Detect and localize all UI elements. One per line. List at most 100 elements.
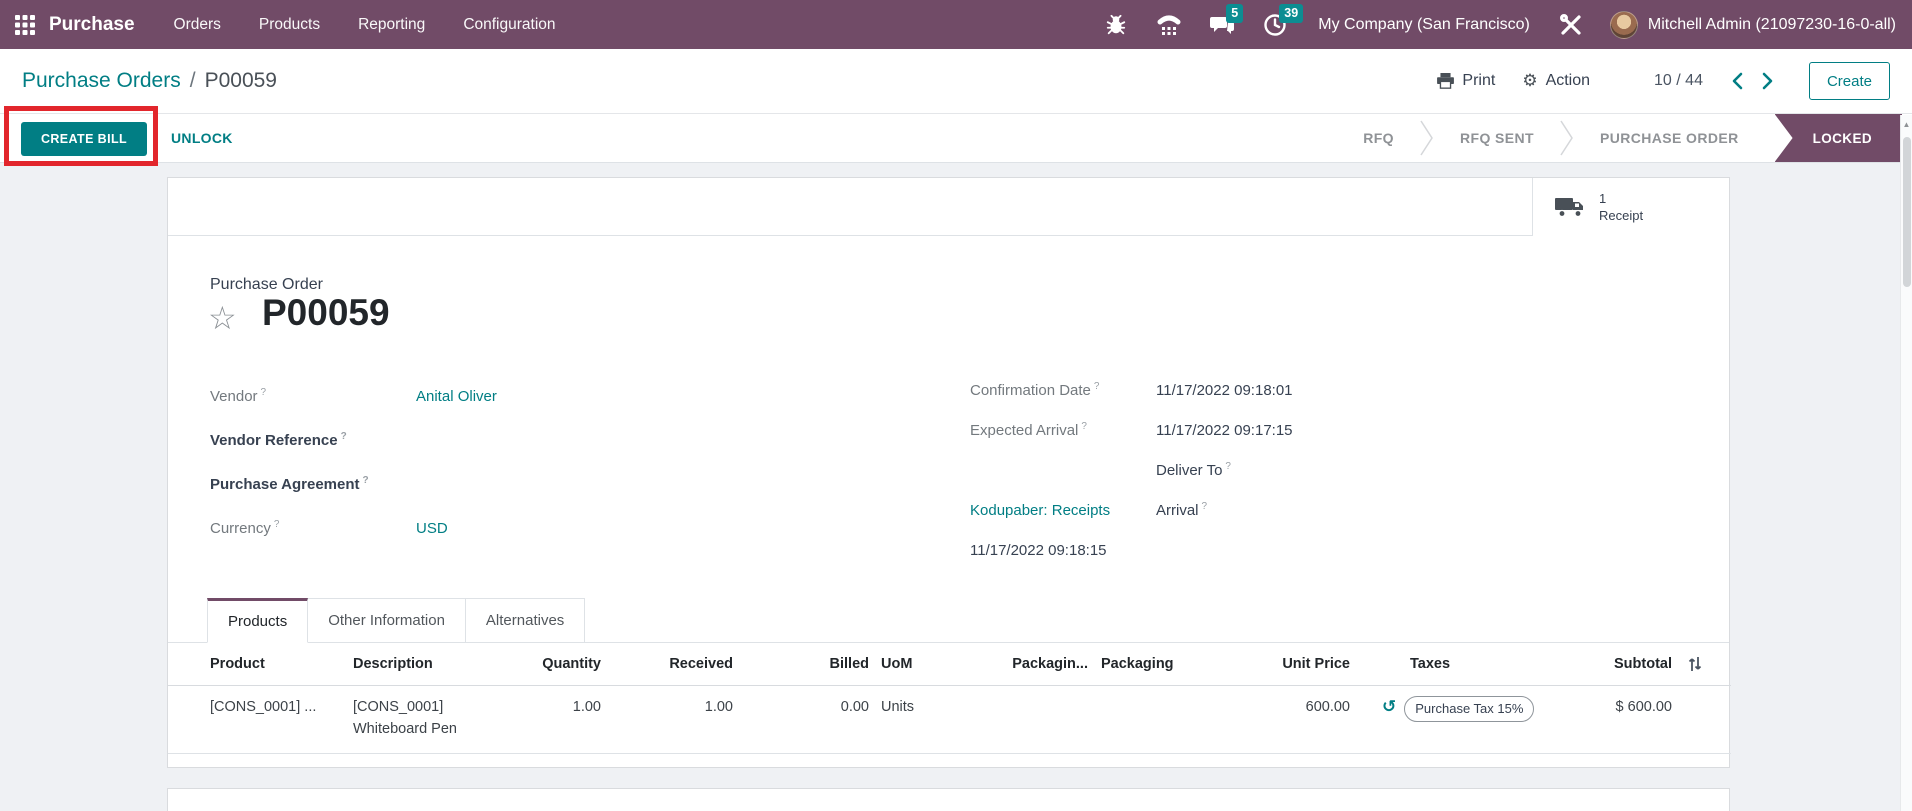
- tab-products[interactable]: Products: [207, 598, 308, 643]
- help-marker: ?: [1225, 461, 1231, 472]
- header-packaging[interactable]: Packaging: [1088, 643, 1201, 686]
- chevron-right-icon: [1762, 72, 1773, 90]
- adjust-columns-icon: [1686, 655, 1704, 673]
- field-vendor: Vendor? Anital Oliver: [210, 374, 850, 418]
- header-description[interactable]: Description: [346, 643, 476, 686]
- bug-icon[interactable]: [1103, 11, 1129, 39]
- control-panel-actions: Print ⚙ Action 10 / 44 Create: [1437, 62, 1890, 100]
- button-box: 1 Receipt: [168, 178, 1729, 236]
- unlock-button[interactable]: UNLOCK: [171, 114, 233, 162]
- status-step-locked-active[interactable]: LOCKED: [1775, 114, 1902, 162]
- header-packaging-qty[interactable]: Packagin...: [981, 643, 1088, 686]
- scrollbar-thumb[interactable]: [1903, 137, 1911, 287]
- create-button[interactable]: Create: [1809, 62, 1890, 100]
- user-menu[interactable]: Mitchell Admin (21097230-16-0-all): [1648, 16, 1896, 34]
- deliver-to-label: Deliver To?: [1156, 461, 1231, 479]
- help-marker: ?: [341, 431, 347, 442]
- form-view-page: 1 Receipt Purchase Order ☆ P00059 Vendor…: [0, 163, 1912, 811]
- form-sheet: 1 Receipt Purchase Order ☆ P00059 Vendor…: [167, 177, 1730, 768]
- pager-counter[interactable]: 10 / 44: [1654, 72, 1703, 90]
- action-button[interactable]: ⚙ Action: [1522, 72, 1590, 90]
- header-taxes[interactable]: Taxes: [1350, 643, 1547, 686]
- app-name[interactable]: Purchase: [49, 14, 135, 36]
- breadcrumb-separator: /: [190, 69, 196, 92]
- pager-previous-button[interactable]: [1727, 68, 1749, 94]
- user-avatar[interactable]: [1610, 11, 1638, 39]
- help-marker: ?: [1081, 421, 1087, 432]
- menu-reporting[interactable]: Reporting: [339, 0, 444, 49]
- notebook-tabs: Products Other Information Alternatives: [207, 598, 585, 643]
- navbar-left: Purchase Orders Products Reporting Confi…: [0, 0, 575, 49]
- navbar-right: 5 39 My Company (San Francisco) Mitchell…: [1076, 0, 1912, 49]
- tools-icon[interactable]: [1558, 11, 1584, 39]
- header-received[interactable]: Received: [601, 643, 733, 686]
- print-button[interactable]: Print: [1437, 72, 1495, 90]
- step-separator-icon: [1420, 115, 1434, 161]
- cell-unit-price: 600.00: [1201, 686, 1350, 754]
- tax-pill-clip: Purchase Tax 15%: [1404, 696, 1545, 722]
- menu-configuration[interactable]: Configuration: [444, 0, 574, 49]
- header-quantity[interactable]: Quantity: [476, 643, 601, 686]
- help-marker: ?: [274, 519, 280, 530]
- cell-quantity: 1.00: [476, 686, 601, 754]
- menu-products[interactable]: Products: [240, 0, 339, 49]
- optional-columns-button[interactable]: [1672, 643, 1731, 686]
- expected-arrival-value: 11/17/2022 09:17:15: [1156, 422, 1293, 439]
- cell-subtotal: $ 600.00: [1547, 686, 1672, 754]
- status-step-rfq[interactable]: RFQ: [1337, 130, 1420, 146]
- tab-other-information[interactable]: Other Information: [308, 598, 466, 643]
- help-marker: ?: [261, 387, 267, 398]
- cell-received: 1.00: [601, 686, 733, 754]
- cell-packaging: [1088, 686, 1201, 754]
- currency-value-link[interactable]: USD: [416, 520, 448, 537]
- price-history-icon[interactable]: ↺: [1382, 696, 1396, 718]
- right-field-group: Confirmation Date? 11/17/2022 09:18:01 E…: [970, 370, 1690, 570]
- vertical-scrollbar[interactable]: ▲: [1900, 115, 1912, 811]
- help-marker: ?: [363, 475, 369, 486]
- scrollbar-up-arrow[interactable]: ▲: [1901, 120, 1912, 129]
- field-confirmation-date: Confirmation Date? 11/17/2022 09:18:01: [970, 370, 1690, 410]
- activities-clock-icon[interactable]: 39: [1262, 11, 1288, 39]
- pager-next-button[interactable]: [1757, 68, 1779, 94]
- header-billed[interactable]: Billed: [733, 643, 869, 686]
- cell-packaging-qty: [981, 686, 1088, 754]
- action-label: Action: [1546, 72, 1590, 90]
- header-subtotal[interactable]: Subtotal: [1547, 643, 1672, 686]
- vendor-value-link[interactable]: Anital Oliver: [416, 388, 497, 405]
- expected-arrival-label: Expected Arrival?: [970, 421, 1156, 439]
- apps-grid-icon[interactable]: [6, 0, 44, 49]
- receipt-record-link[interactable]: Kodupaber: Receipts: [970, 502, 1110, 519]
- order-line-row[interactable]: [CONS_0001] ... [CONS_0001] Whiteboard P…: [168, 686, 1731, 754]
- help-marker: ?: [1094, 381, 1100, 392]
- favorite-star-icon[interactable]: ☆: [208, 300, 237, 336]
- description-line-1: [CONS_0001]: [353, 696, 476, 718]
- receipt-smart-button[interactable]: 1 Receipt: [1532, 178, 1729, 236]
- status-step-purchase-order[interactable]: PURCHASE ORDER: [1574, 130, 1765, 146]
- odoo-purchase-order-screen: Purchase Orders Products Reporting Confi…: [0, 0, 1912, 811]
- voip-phone-icon[interactable]: [1156, 11, 1182, 39]
- header-unit-price[interactable]: Unit Price: [1201, 643, 1350, 686]
- chevron-left-icon: [1732, 72, 1743, 90]
- header-uom[interactable]: UoM: [869, 643, 981, 686]
- company-switcher[interactable]: My Company (San Francisco): [1318, 16, 1530, 34]
- cell-billed: 0.00: [733, 686, 869, 754]
- messages-icon[interactable]: 5: [1209, 11, 1235, 39]
- confirmation-date-value: 11/17/2022 09:18:01: [1156, 382, 1293, 399]
- create-bill-button[interactable]: CREATE BILL: [21, 122, 147, 156]
- description-line-2: Whiteboard Pen: [353, 718, 476, 740]
- header-product[interactable]: Product: [168, 643, 346, 686]
- order-name-title: P00059: [262, 292, 390, 334]
- order-lines-table: Product Description Quantity Received Bi…: [168, 643, 1731, 754]
- status-step-rfq-sent[interactable]: RFQ SENT: [1434, 130, 1560, 146]
- tab-alternatives[interactable]: Alternatives: [466, 598, 585, 643]
- breadcrumb-current: P00059: [205, 69, 277, 92]
- cell-uom: Units: [869, 686, 981, 754]
- table-header-row: Product Description Quantity Received Bi…: [168, 643, 1731, 686]
- menu-orders[interactable]: Orders: [155, 0, 240, 49]
- vendor-reference-label: Vendor Reference?: [210, 431, 416, 449]
- field-expected-arrival: Expected Arrival? 11/17/2022 09:17:15: [970, 410, 1690, 450]
- field-deliver-to: Deliver To?: [970, 450, 1690, 490]
- chatter-area-top: [167, 788, 1730, 811]
- top-navbar: Purchase Orders Products Reporting Confi…: [0, 0, 1912, 49]
- breadcrumb-purchase-orders[interactable]: Purchase Orders: [22, 69, 181, 92]
